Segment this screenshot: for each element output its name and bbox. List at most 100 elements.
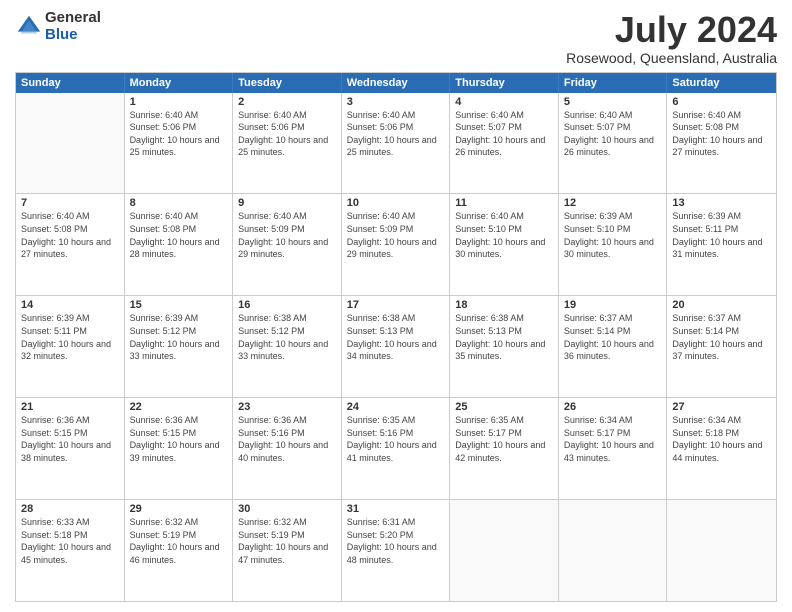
day-number: 2 xyxy=(238,96,336,108)
day-info: Sunrise: 6:40 AM Sunset: 5:06 PM Dayligh… xyxy=(238,109,336,159)
day-number: 15 xyxy=(130,299,228,311)
day-info: Sunrise: 6:36 AM Sunset: 5:15 PM Dayligh… xyxy=(130,414,228,464)
day-cell-1: 1Sunrise: 6:40 AM Sunset: 5:06 PM Daylig… xyxy=(125,93,234,194)
day-info: Sunrise: 6:36 AM Sunset: 5:15 PM Dayligh… xyxy=(21,414,119,464)
day-info: Sunrise: 6:40 AM Sunset: 5:07 PM Dayligh… xyxy=(455,109,553,159)
header-day-saturday: Saturday xyxy=(667,73,776,93)
day-info: Sunrise: 6:34 AM Sunset: 5:18 PM Dayligh… xyxy=(672,414,771,464)
empty-cell xyxy=(16,93,125,194)
header-day-friday: Friday xyxy=(559,73,668,93)
day-info: Sunrise: 6:35 AM Sunset: 5:17 PM Dayligh… xyxy=(455,414,553,464)
day-info: Sunrise: 6:38 AM Sunset: 5:13 PM Dayligh… xyxy=(455,312,553,362)
day-number: 26 xyxy=(564,401,662,413)
day-info: Sunrise: 6:40 AM Sunset: 5:07 PM Dayligh… xyxy=(564,109,662,159)
day-number: 23 xyxy=(238,401,336,413)
day-number: 1 xyxy=(130,96,228,108)
day-info: Sunrise: 6:38 AM Sunset: 5:12 PM Dayligh… xyxy=(238,312,336,362)
day-info: Sunrise: 6:40 AM Sunset: 5:06 PM Dayligh… xyxy=(130,109,228,159)
day-info: Sunrise: 6:40 AM Sunset: 5:08 PM Dayligh… xyxy=(130,210,228,260)
day-cell-26: 26Sunrise: 6:34 AM Sunset: 5:17 PM Dayli… xyxy=(559,398,668,499)
day-cell-12: 12Sunrise: 6:39 AM Sunset: 5:10 PM Dayli… xyxy=(559,194,668,295)
day-cell-11: 11Sunrise: 6:40 AM Sunset: 5:10 PM Dayli… xyxy=(450,194,559,295)
day-info: Sunrise: 6:39 AM Sunset: 5:12 PM Dayligh… xyxy=(130,312,228,362)
day-cell-5: 5Sunrise: 6:40 AM Sunset: 5:07 PM Daylig… xyxy=(559,93,668,194)
day-info: Sunrise: 6:31 AM Sunset: 5:20 PM Dayligh… xyxy=(347,516,445,566)
calendar-row-4: 28Sunrise: 6:33 AM Sunset: 5:18 PM Dayli… xyxy=(16,499,776,601)
day-info: Sunrise: 6:40 AM Sunset: 5:09 PM Dayligh… xyxy=(238,210,336,260)
calendar-row-0: 1Sunrise: 6:40 AM Sunset: 5:06 PM Daylig… xyxy=(16,93,776,194)
day-cell-24: 24Sunrise: 6:35 AM Sunset: 5:16 PM Dayli… xyxy=(342,398,451,499)
calendar-row-2: 14Sunrise: 6:39 AM Sunset: 5:11 PM Dayli… xyxy=(16,295,776,397)
day-cell-4: 4Sunrise: 6:40 AM Sunset: 5:07 PM Daylig… xyxy=(450,93,559,194)
day-cell-7: 7Sunrise: 6:40 AM Sunset: 5:08 PM Daylig… xyxy=(16,194,125,295)
day-info: Sunrise: 6:32 AM Sunset: 5:19 PM Dayligh… xyxy=(238,516,336,566)
day-number: 8 xyxy=(130,197,228,209)
day-number: 6 xyxy=(672,96,771,108)
day-cell-21: 21Sunrise: 6:36 AM Sunset: 5:15 PM Dayli… xyxy=(16,398,125,499)
day-number: 16 xyxy=(238,299,336,311)
day-number: 25 xyxy=(455,401,553,413)
day-cell-30: 30Sunrise: 6:32 AM Sunset: 5:19 PM Dayli… xyxy=(233,500,342,601)
day-cell-9: 9Sunrise: 6:40 AM Sunset: 5:09 PM Daylig… xyxy=(233,194,342,295)
day-info: Sunrise: 6:39 AM Sunset: 5:11 PM Dayligh… xyxy=(672,210,771,260)
day-cell-18: 18Sunrise: 6:38 AM Sunset: 5:13 PM Dayli… xyxy=(450,296,559,397)
day-info: Sunrise: 6:40 AM Sunset: 5:08 PM Dayligh… xyxy=(672,109,771,159)
day-number: 28 xyxy=(21,503,119,515)
day-cell-22: 22Sunrise: 6:36 AM Sunset: 5:15 PM Dayli… xyxy=(125,398,234,499)
day-number: 30 xyxy=(238,503,336,515)
day-cell-16: 16Sunrise: 6:38 AM Sunset: 5:12 PM Dayli… xyxy=(233,296,342,397)
day-cell-31: 31Sunrise: 6:31 AM Sunset: 5:20 PM Dayli… xyxy=(342,500,451,601)
day-number: 22 xyxy=(130,401,228,413)
title-block: July 2024 Rosewood, Queensland, Australi… xyxy=(566,10,777,66)
day-number: 20 xyxy=(672,299,771,311)
day-info: Sunrise: 6:34 AM Sunset: 5:17 PM Dayligh… xyxy=(564,414,662,464)
empty-cell xyxy=(667,500,776,601)
empty-cell xyxy=(559,500,668,601)
header-day-thursday: Thursday xyxy=(450,73,559,93)
day-number: 29 xyxy=(130,503,228,515)
day-info: Sunrise: 6:37 AM Sunset: 5:14 PM Dayligh… xyxy=(564,312,662,362)
header-day-wednesday: Wednesday xyxy=(342,73,451,93)
day-cell-27: 27Sunrise: 6:34 AM Sunset: 5:18 PM Dayli… xyxy=(667,398,776,499)
day-cell-25: 25Sunrise: 6:35 AM Sunset: 5:17 PM Dayli… xyxy=(450,398,559,499)
day-info: Sunrise: 6:38 AM Sunset: 5:13 PM Dayligh… xyxy=(347,312,445,362)
day-number: 5 xyxy=(564,96,662,108)
day-cell-15: 15Sunrise: 6:39 AM Sunset: 5:12 PM Dayli… xyxy=(125,296,234,397)
day-number: 9 xyxy=(238,197,336,209)
day-info: Sunrise: 6:40 AM Sunset: 5:10 PM Dayligh… xyxy=(455,210,553,260)
day-number: 3 xyxy=(347,96,445,108)
calendar-row-3: 21Sunrise: 6:36 AM Sunset: 5:15 PM Dayli… xyxy=(16,397,776,499)
day-number: 4 xyxy=(455,96,553,108)
day-info: Sunrise: 6:40 AM Sunset: 5:06 PM Dayligh… xyxy=(347,109,445,159)
day-number: 21 xyxy=(21,401,119,413)
day-cell-29: 29Sunrise: 6:32 AM Sunset: 5:19 PM Dayli… xyxy=(125,500,234,601)
day-info: Sunrise: 6:40 AM Sunset: 5:09 PM Dayligh… xyxy=(347,210,445,260)
day-number: 14 xyxy=(21,299,119,311)
day-info: Sunrise: 6:37 AM Sunset: 5:14 PM Dayligh… xyxy=(672,312,771,362)
location-title: Rosewood, Queensland, Australia xyxy=(566,50,777,66)
calendar-header: SundayMondayTuesdayWednesdayThursdayFrid… xyxy=(16,73,776,93)
day-cell-28: 28Sunrise: 6:33 AM Sunset: 5:18 PM Dayli… xyxy=(16,500,125,601)
day-number: 17 xyxy=(347,299,445,311)
day-number: 10 xyxy=(347,197,445,209)
day-number: 24 xyxy=(347,401,445,413)
day-info: Sunrise: 6:39 AM Sunset: 5:11 PM Dayligh… xyxy=(21,312,119,362)
month-title: July 2024 xyxy=(566,10,777,50)
calendar-row-1: 7Sunrise: 6:40 AM Sunset: 5:08 PM Daylig… xyxy=(16,193,776,295)
day-cell-3: 3Sunrise: 6:40 AM Sunset: 5:06 PM Daylig… xyxy=(342,93,451,194)
day-number: 19 xyxy=(564,299,662,311)
day-cell-14: 14Sunrise: 6:39 AM Sunset: 5:11 PM Dayli… xyxy=(16,296,125,397)
day-cell-6: 6Sunrise: 6:40 AM Sunset: 5:08 PM Daylig… xyxy=(667,93,776,194)
calendar: SundayMondayTuesdayWednesdayThursdayFrid… xyxy=(15,72,777,602)
day-number: 31 xyxy=(347,503,445,515)
page: General Blue July 2024 Rosewood, Queensl… xyxy=(0,0,792,612)
logo: General Blue xyxy=(15,10,101,43)
day-number: 12 xyxy=(564,197,662,209)
day-info: Sunrise: 6:40 AM Sunset: 5:08 PM Dayligh… xyxy=(21,210,119,260)
header: General Blue July 2024 Rosewood, Queensl… xyxy=(15,10,777,66)
day-info: Sunrise: 6:32 AM Sunset: 5:19 PM Dayligh… xyxy=(130,516,228,566)
day-cell-8: 8Sunrise: 6:40 AM Sunset: 5:08 PM Daylig… xyxy=(125,194,234,295)
calendar-body: 1Sunrise: 6:40 AM Sunset: 5:06 PM Daylig… xyxy=(16,93,776,601)
logo-general-text: General xyxy=(45,10,101,27)
empty-cell xyxy=(450,500,559,601)
